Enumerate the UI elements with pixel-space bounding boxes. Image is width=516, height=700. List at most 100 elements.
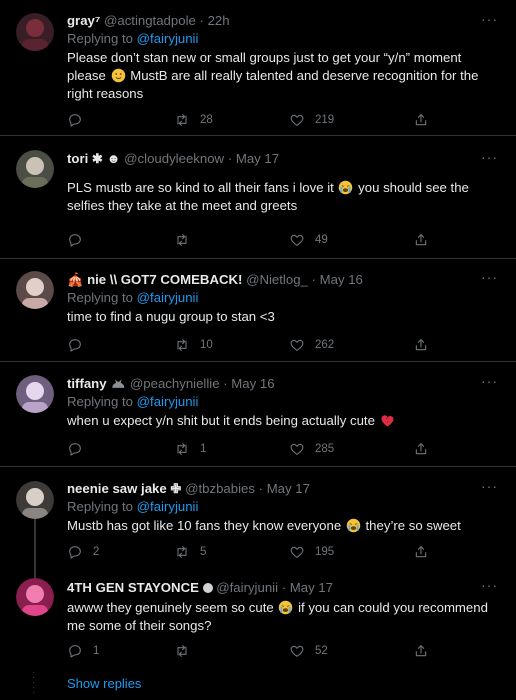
avatar[interactable] [16,481,54,519]
tweet[interactable]: 🎪 nie \\ GOT7 COMEBACK! @Nietlog_ · May … [0,259,516,362]
tweet-header: tori ✱ ☻ @cloudyleeknow · May 17 [67,150,488,167]
thread-continuation-dots: · · · · · [32,667,36,698]
tweet[interactable]: tori ✱ ☻ @cloudyleeknow · May 17 PLS mus… [0,136,516,259]
reply-icon [67,544,83,560]
reply-button[interactable] [67,336,93,354]
like-button[interactable]: 285 [289,440,334,458]
retweet-button[interactable]: 10 [174,336,213,354]
reply-button[interactable]: 2 [67,543,99,561]
more-options-icon[interactable]: ··· [481,11,498,27]
tweet-header: 🎪 nie \\ GOT7 COMEBACK! @Nietlog_ · May … [67,271,488,288]
reply-prefix: Replying to [67,499,137,514]
retweet-button[interactable] [174,231,200,249]
more-options-icon[interactable]: ··· [481,269,498,285]
avatar[interactable] [16,150,54,188]
share-button[interactable] [413,642,429,660]
separator-dot: · [281,580,287,595]
like-count: 285 [315,443,335,455]
mention-link[interactable]: @fairyjunii [137,290,199,305]
display-name[interactable]: 🎪 nie \\ GOT7 COMEBACK! [67,272,242,287]
reply-button[interactable]: 1 [67,642,99,660]
reply-button[interactable] [67,440,93,458]
share-button[interactable] [413,231,429,249]
reply-prefix: Replying to [67,394,137,409]
share-icon [413,112,429,128]
show-replies-link[interactable]: Show replies [67,676,141,691]
more-options-icon[interactable]: ··· [481,577,498,593]
reply-icon [67,441,83,457]
display-name[interactable]: neenie saw jake ✙ [67,481,181,496]
retweet-icon [174,441,190,457]
like-button[interactable]: 49 [289,231,328,249]
separator-dot: · [258,481,264,496]
avatar[interactable] [16,578,54,616]
timestamp[interactable]: May 17 [236,151,279,166]
tweet-text-part: they’re so sweet [365,518,461,533]
share-icon [413,544,429,560]
tweet-text-part: Mustb has got like 10 fans they know eve… [67,518,342,533]
timestamp[interactable]: May 16 [320,272,363,287]
reply-icon [67,232,83,248]
like-button[interactable]: 195 [289,543,334,561]
tweet[interactable]: tiffany @peachyniellie · May 16 Replying… [0,362,516,467]
loudly-crying-emoji-icon [338,180,353,195]
separator-dot: · [311,272,316,287]
timestamp[interactable]: May 17 [290,580,333,595]
tweet-text-part: PLS mustb are so kind to all their fans … [67,180,334,195]
mention-link[interactable]: @fairyjunii [137,31,199,46]
share-button[interactable] [413,543,429,561]
like-button[interactable]: 52 [289,642,328,660]
more-options-icon[interactable]: ··· [481,373,498,389]
tweet-header: gray⁷ @actingtadpole · 22h [67,12,488,29]
tweet-text: Please don’t stan new or small groups ju… [67,49,488,103]
tweet-text: when u expect y/n shit but it ends being… [67,412,488,430]
display-name[interactable]: tiffany [67,376,107,391]
avatar[interactable] [16,375,54,413]
reply-button[interactable] [67,231,93,249]
mention-link[interactable]: @fairyjunii [137,394,199,409]
retweet-icon [174,232,190,248]
share-button[interactable] [413,440,429,458]
retweet-button[interactable] [174,642,200,660]
like-button[interactable]: 262 [289,336,334,354]
reply-context: Replying to @fairyjunii [67,498,488,515]
more-options-icon[interactable]: ··· [481,478,498,494]
retweet-button[interactable]: 1 [174,440,206,458]
retweet-count: 1 [200,443,207,455]
reply-icon [67,337,83,353]
display-name[interactable]: gray⁷ [67,13,100,28]
separator-dot: · [199,13,204,28]
timestamp[interactable]: May 16 [231,376,274,391]
tweet-header: neenie saw jake ✙ @tbzbabies · May 17 [67,480,488,497]
avatar[interactable] [16,271,54,309]
avatar[interactable] [16,13,54,51]
display-name[interactable]: tori ✱ ☻ [67,151,121,166]
more-options-icon[interactable]: ··· [481,149,498,165]
handle[interactable]: @Nietlog_ [246,272,308,287]
handle[interactable]: @tbzbabies [185,481,255,496]
heart-icon [289,337,305,353]
mention-link[interactable]: @fairyjunii [137,499,199,514]
reply-context: Replying to @fairyjunii [67,289,488,306]
handle[interactable]: @cloudyleeknow [124,151,224,166]
handle[interactable]: @fairyjunii [216,580,278,595]
reply-count: 2 [93,546,100,558]
timestamp[interactable]: May 17 [267,481,310,496]
handle[interactable]: @actingtadpole [104,13,196,28]
tweet-text-part: when u expect y/n shit but it ends being… [67,413,375,428]
tweet-text: PLS mustb are so kind to all their fans … [67,179,488,215]
retweet-count: 10 [200,339,213,351]
like-button[interactable]: 219 [289,111,334,129]
retweet-button[interactable]: 28 [174,111,213,129]
tweet[interactable]: gray⁷ @actingtadpole · 22h Replying to @… [0,0,516,136]
handle[interactable]: @peachyniellie [130,376,220,391]
heart-icon [289,544,305,560]
timestamp[interactable]: 22h [208,13,230,28]
retweet-button[interactable]: 5 [174,543,206,561]
share-button[interactable] [413,111,429,129]
reply-button[interactable] [67,111,93,129]
display-name[interactable]: 4TH GEN STAYONCE [67,580,199,595]
tweet[interactable]: neenie saw jake ✙ @tbzbabies · May 17 Re… [0,467,516,572]
retweet-icon [174,112,190,128]
share-button[interactable] [413,336,429,354]
